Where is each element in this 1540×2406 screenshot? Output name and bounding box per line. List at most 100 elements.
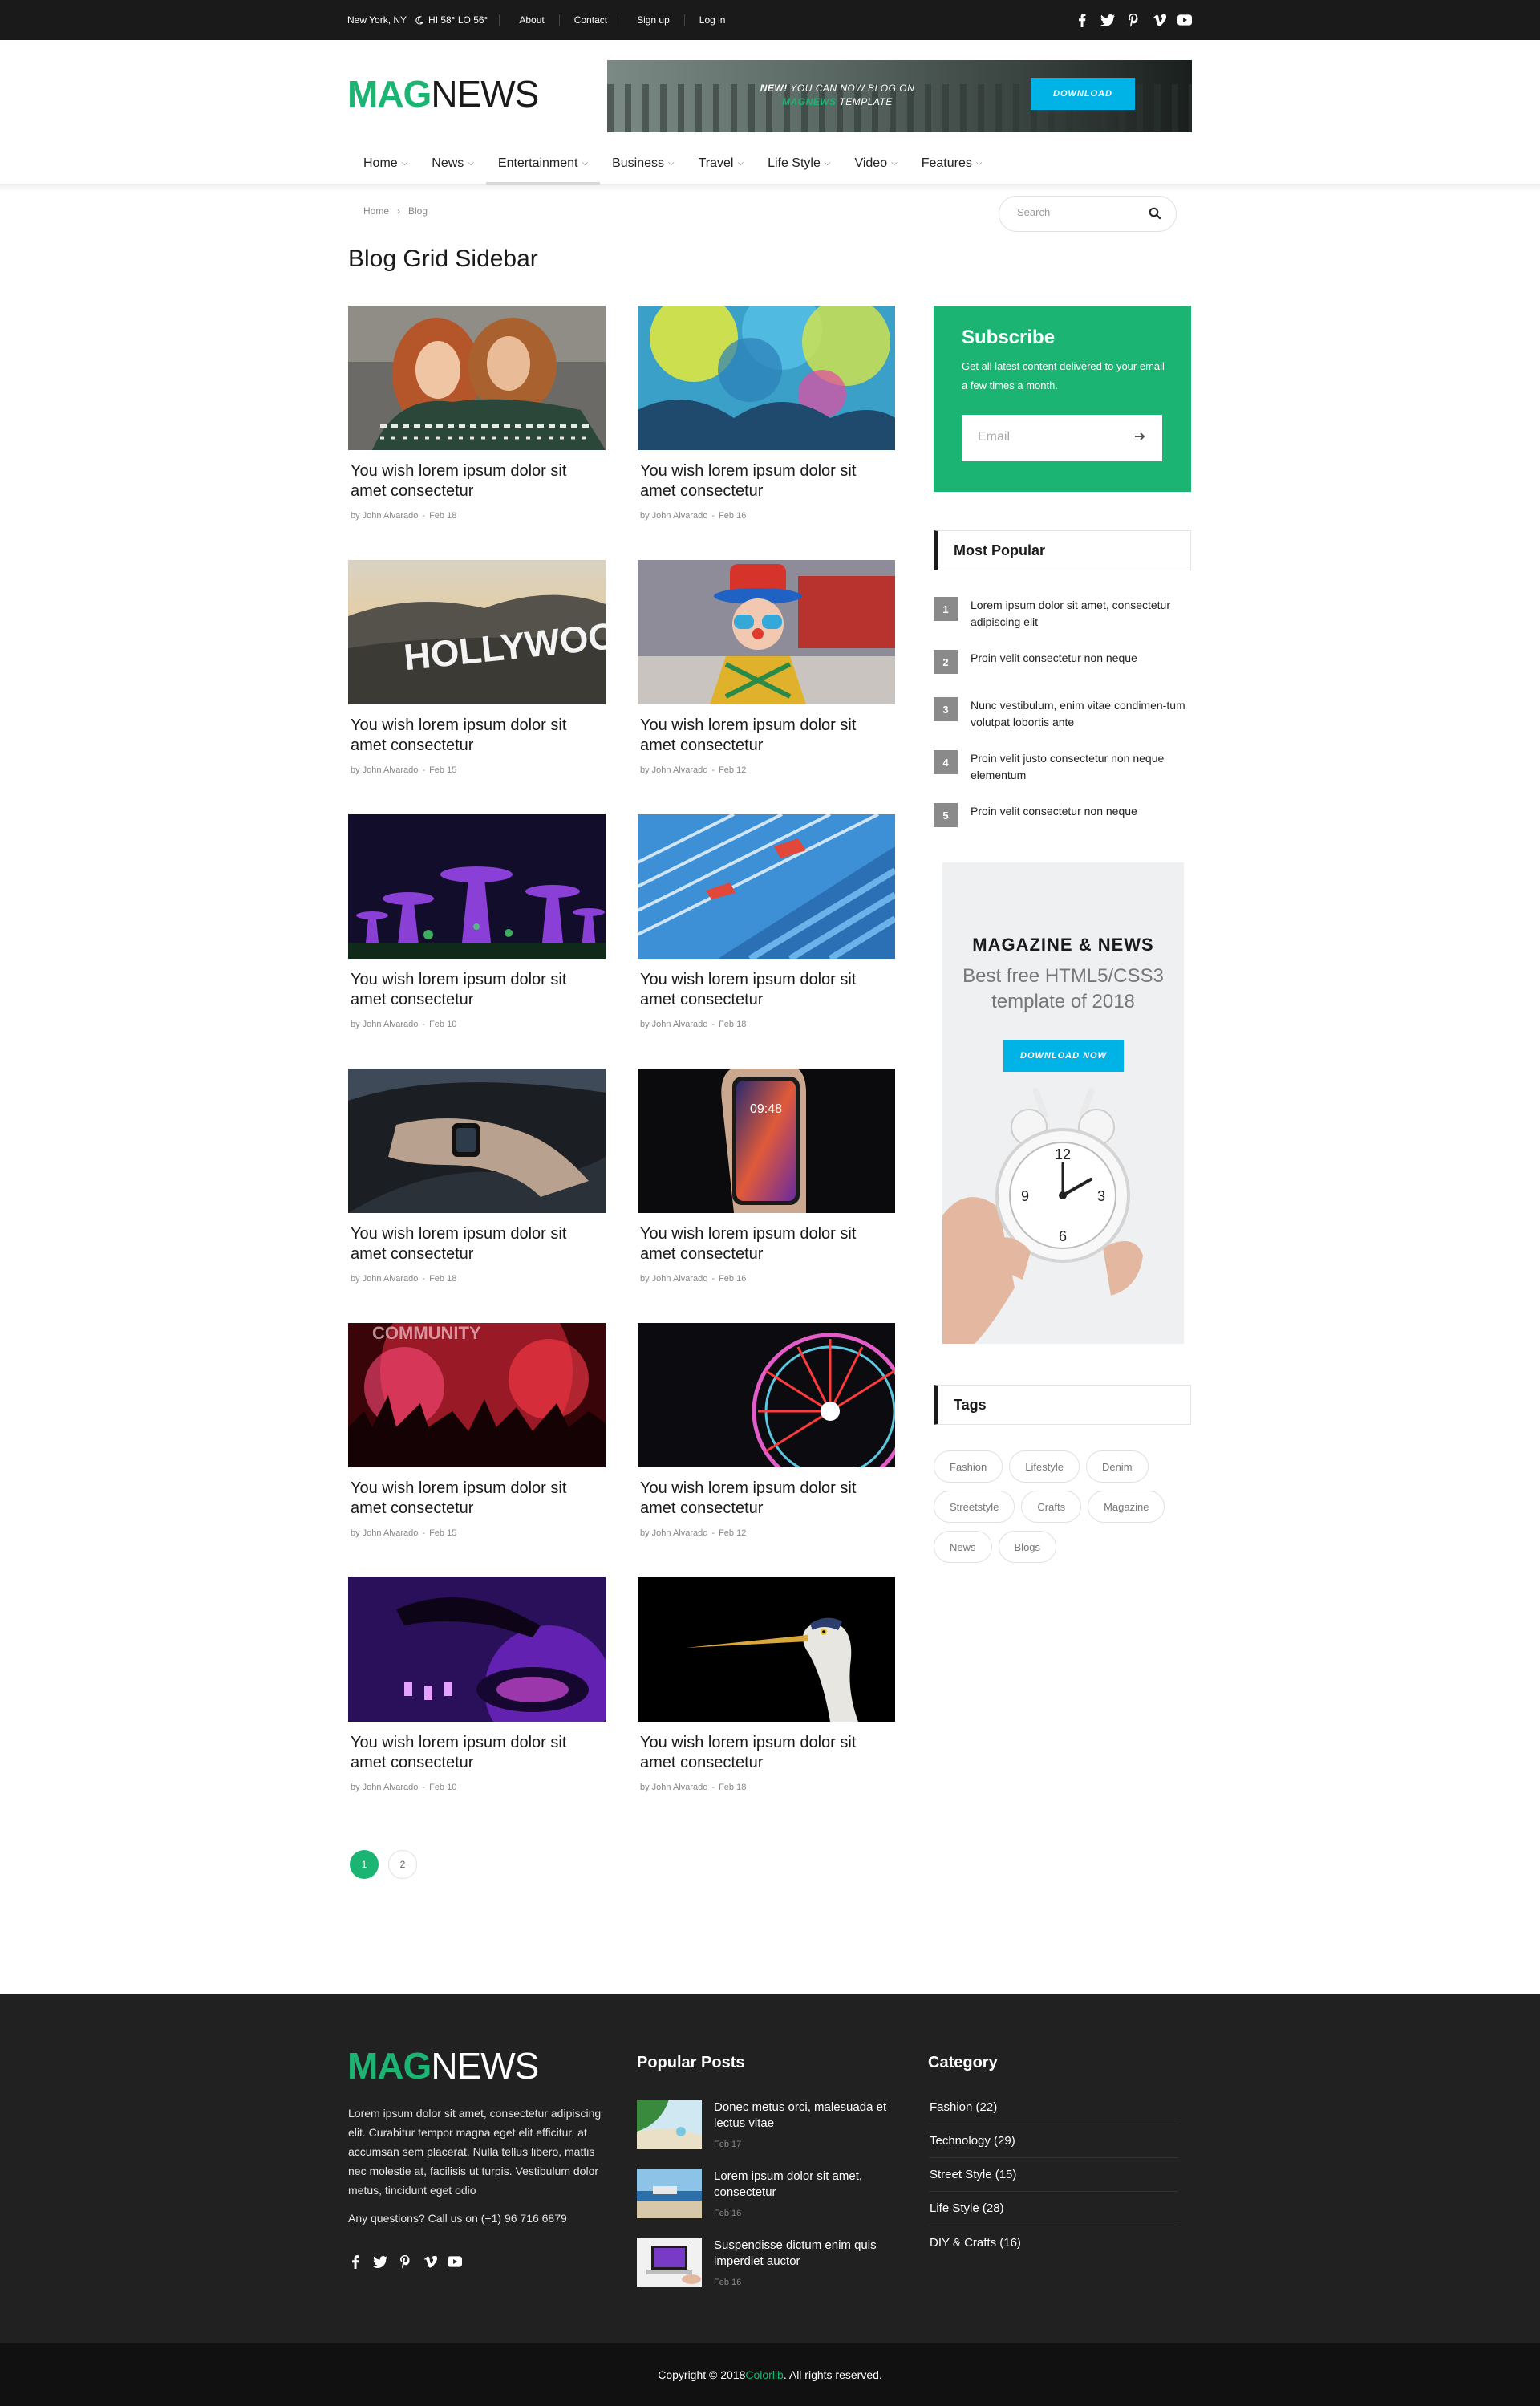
post-title[interactable]: You wish lorem ipsum dolor sit amet cons… — [348, 716, 606, 756]
banner-download-button[interactable]: DOWNLOAD — [1031, 78, 1135, 110]
post-image-blue-stairs[interactable] — [638, 814, 895, 959]
post-title[interactable]: You wish lorem ipsum dolor sit amet cons… — [638, 1733, 895, 1773]
tag-magazine[interactable]: Magazine — [1088, 1491, 1165, 1523]
twitter-icon[interactable] — [1100, 13, 1115, 27]
footer-category-item[interactable]: Technology (29) — [930, 2124, 1178, 2158]
nav-item-life-style[interactable]: Life Style ⌵ — [756, 142, 842, 185]
post-author[interactable]: by John Alvarado — [351, 1020, 418, 1029]
breadcrumb-home[interactable]: Home — [363, 205, 389, 217]
post-author[interactable]: by John Alvarado — [640, 765, 707, 775]
popular-item-title[interactable]: Lorem ipsum dolor sit amet, consectetur … — [971, 597, 1191, 631]
page-1-button[interactable]: 1 — [350, 1850, 379, 1879]
post-image-iphone[interactable]: 09:48 — [638, 1069, 895, 1213]
sign-up-link[interactable]: Sign up — [622, 14, 685, 26]
post-title[interactable]: You wish lorem ipsum dolor sit amet cons… — [348, 970, 606, 1010]
post-title[interactable]: You wish lorem ipsum dolor sit amet cons… — [348, 1479, 606, 1519]
vimeo-icon[interactable] — [423, 2254, 437, 2269]
header-banner-ad[interactable]: NEW! YOU CAN NOW BLOG ON MAGNEWS TEMPLAT… — [607, 60, 1192, 132]
sidebar-ad-banner[interactable]: MAGAZINE & NEWS Best free HTML5/CSS3 tem… — [942, 862, 1184, 1344]
popular-item[interactable]: 5 Proin velit consectetur non neque — [934, 803, 1191, 827]
tag-crafts[interactable]: Crafts — [1021, 1491, 1082, 1523]
post-image-supertrees[interactable] — [348, 814, 606, 959]
tag-lifestyle[interactable]: Lifestyle — [1009, 1450, 1080, 1483]
post-image-color-festival[interactable] — [638, 306, 895, 450]
post-author[interactable]: by John Alvarado — [640, 1020, 707, 1029]
post-title[interactable]: You wish lorem ipsum dolor sit amet cons… — [638, 1224, 895, 1264]
footer-logo[interactable]: MAGNEWS — [347, 2047, 539, 2084]
twitter-icon[interactable] — [373, 2254, 387, 2269]
post-card[interactable]: You wish lorem ipsum dolor sit amet cons… — [638, 306, 895, 521]
footer-category-item[interactable]: Street Style (15) — [930, 2158, 1178, 2192]
post-title[interactable]: You wish lorem ipsum dolor sit amet cons… — [638, 1479, 895, 1519]
tag-fashion[interactable]: Fashion — [934, 1450, 1003, 1483]
post-card[interactable]: You wish lorem ipsum dolor sit amet cons… — [348, 1069, 606, 1284]
popular-item-title[interactable]: Proin velit consectetur non neque — [971, 803, 1137, 827]
footer-post-thumb-laptop[interactable] — [637, 2238, 702, 2287]
youtube-icon[interactable] — [448, 2254, 462, 2269]
colorlib-link[interactable]: Colorlib — [745, 2368, 783, 2381]
footer-popular-post[interactable]: Lorem ipsum dolor sit amet, consectetur … — [637, 2169, 902, 2218]
post-title[interactable]: You wish lorem ipsum dolor sit amet cons… — [348, 1733, 606, 1773]
post-image-smartwatch[interactable] — [348, 1069, 606, 1213]
popular-item-title[interactable]: Proin velit justo consectetur non neque … — [971, 750, 1191, 784]
contact-link[interactable]: Contact — [560, 14, 623, 26]
search-icon[interactable] — [1149, 207, 1161, 224]
log-in-link[interactable]: Log in — [685, 14, 740, 26]
post-author[interactable]: by John Alvarado — [640, 1783, 707, 1792]
post-card[interactable]: 09:48 You wish lorem ipsum dolor sit ame… — [638, 1069, 895, 1284]
nav-item-video[interactable]: Video ⌵ — [842, 142, 909, 185]
footer-post-thumb-beach[interactable] — [637, 2100, 702, 2149]
nav-item-home[interactable]: Home ⌵ — [351, 142, 419, 185]
tag-streetstyle[interactable]: Streetstyle — [934, 1491, 1015, 1523]
post-author[interactable]: by John Alvarado — [640, 511, 707, 521]
post-author[interactable]: by John Alvarado — [351, 765, 418, 775]
email-input[interactable] — [978, 430, 1114, 444]
footer-category-item[interactable]: DIY & Crafts (16) — [930, 2225, 1178, 2259]
nav-item-travel[interactable]: Travel ⌵ — [687, 142, 756, 185]
popular-item[interactable]: 2 Proin velit consectetur non neque — [934, 650, 1191, 674]
footer-popular-post[interactable]: Suspendisse dictum enim quis imperdiet a… — [637, 2238, 902, 2287]
post-card[interactable]: You wish lorem ipsum dolor sit amet cons… — [638, 560, 895, 775]
post-author[interactable]: by John Alvarado — [640, 1528, 707, 1538]
post-title[interactable]: You wish lorem ipsum dolor sit amet cons… — [348, 461, 606, 501]
nav-item-business[interactable]: Business ⌵ — [600, 142, 687, 185]
tag-blogs[interactable]: Blogs — [998, 1531, 1057, 1563]
pinterest-icon[interactable] — [1126, 13, 1141, 27]
nav-item-entertainment[interactable]: Entertainment ⌵ — [485, 142, 601, 185]
facebook-icon[interactable] — [348, 2254, 363, 2269]
post-card[interactable]: You wish lorem ipsum dolor sit amet cons… — [638, 1323, 895, 1538]
post-card[interactable]: HOLLYWOOD You wish lorem ipsum dolor sit… — [348, 560, 606, 775]
post-image-clown[interactable] — [638, 560, 895, 704]
footer-category-item[interactable]: Life Style (28) — [930, 2192, 1178, 2225]
about-link[interactable]: About — [505, 14, 560, 26]
nav-item-features[interactable]: Features ⌵ — [910, 142, 995, 185]
footer-category-item[interactable]: Fashion (22) — [930, 2091, 1178, 2124]
youtube-icon[interactable] — [1177, 13, 1192, 27]
post-image-dj-deck[interactable] — [348, 1577, 606, 1722]
post-author[interactable]: by John Alvarado — [351, 511, 418, 521]
post-card[interactable]: You wish lorem ipsum dolor sit amet cons… — [348, 1577, 606, 1792]
ad-download-button[interactable]: DOWNLOAD NOW — [1003, 1040, 1124, 1072]
search-input[interactable] — [1017, 206, 1137, 218]
post-card[interactable]: You wish lorem ipsum dolor sit amet cons… — [348, 814, 606, 1029]
facebook-icon[interactable] — [1075, 13, 1089, 27]
post-card[interactable]: You wish lorem ipsum dolor sit amet cons… — [348, 306, 606, 521]
post-title[interactable]: You wish lorem ipsum dolor sit amet cons… — [638, 716, 895, 756]
post-card[interactable]: COMMUNITY You wish lorem ipsum dolor sit… — [348, 1323, 606, 1538]
tag-news[interactable]: News — [934, 1531, 992, 1563]
vimeo-icon[interactable] — [1152, 13, 1166, 27]
popular-item-title[interactable]: Proin velit consectetur non neque — [971, 650, 1137, 674]
tag-denim[interactable]: Denim — [1085, 1450, 1149, 1483]
popular-item[interactable]: 3 Nunc vestibulum, enim vitae condimen-tu… — [934, 697, 1191, 731]
post-title[interactable]: You wish lorem ipsum dolor sit amet cons… — [638, 461, 895, 501]
post-title[interactable]: You wish lorem ipsum dolor sit amet cons… — [638, 970, 895, 1010]
post-card[interactable]: You wish lorem ipsum dolor sit amet cons… — [638, 814, 895, 1029]
post-image-couple[interactable] — [348, 306, 606, 450]
post-author[interactable]: by John Alvarado — [640, 1274, 707, 1284]
post-image-ferris-wheel[interactable] — [638, 1323, 895, 1467]
post-image-hollywood-sign[interactable]: HOLLYWOOD — [348, 560, 606, 704]
post-author[interactable]: by John Alvarado — [351, 1274, 418, 1284]
post-image-heron[interactable] — [638, 1577, 895, 1722]
popular-item[interactable]: 1 Lorem ipsum dolor sit amet, consectetur… — [934, 597, 1191, 631]
post-title[interactable]: You wish lorem ipsum dolor sit amet cons… — [348, 1224, 606, 1264]
